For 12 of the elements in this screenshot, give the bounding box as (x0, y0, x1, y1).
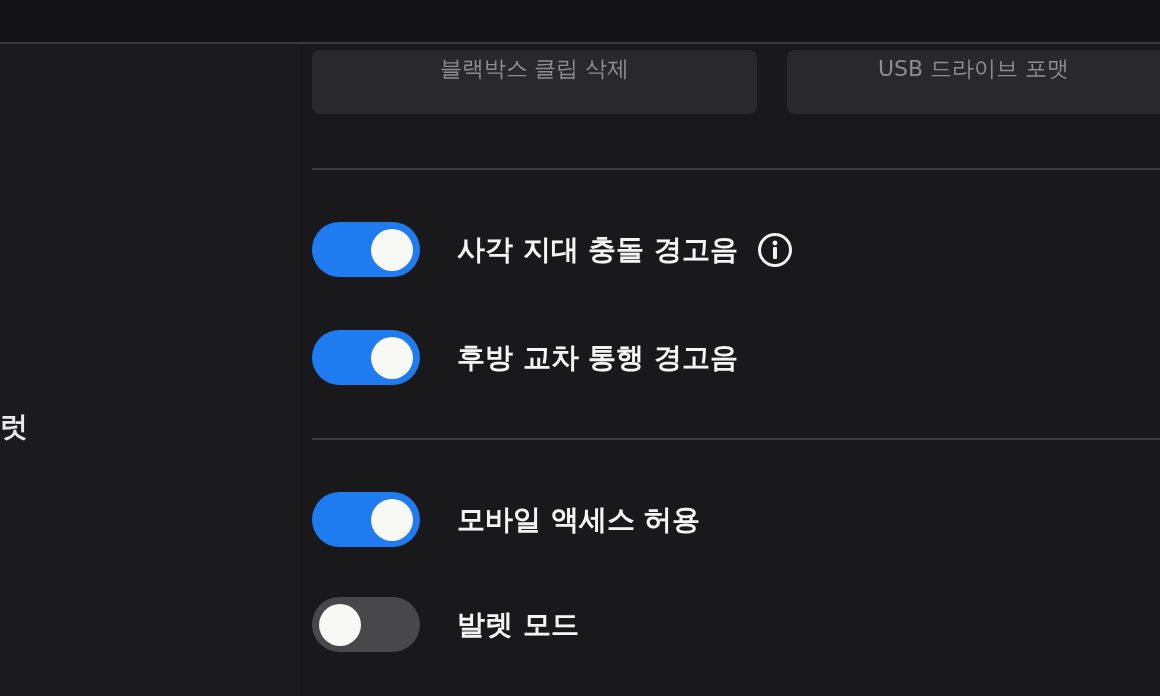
toggle-switch[interactable] (312, 330, 420, 385)
toggle-switch[interactable] (312, 597, 420, 652)
sidebar-item[interactable]: 럿 (0, 407, 28, 447)
toggle-switch[interactable] (312, 222, 420, 277)
setting-label: 모바일 액세스 허용 (457, 501, 701, 538)
info-icon[interactable] (758, 232, 793, 267)
setting-label: 후방 교차 통행 경고음 (457, 339, 739, 376)
toggle-switch[interactable] (312, 492, 420, 547)
action-button[interactable]: 블랙박스 클립 삭제 (312, 50, 757, 114)
action-button[interactable]: USB 드라이브 포맷 (787, 50, 1160, 114)
setting-label: 발렛 모드 (457, 606, 579, 643)
setting-label: 사각 지대 충돌 경고음 (457, 231, 739, 268)
